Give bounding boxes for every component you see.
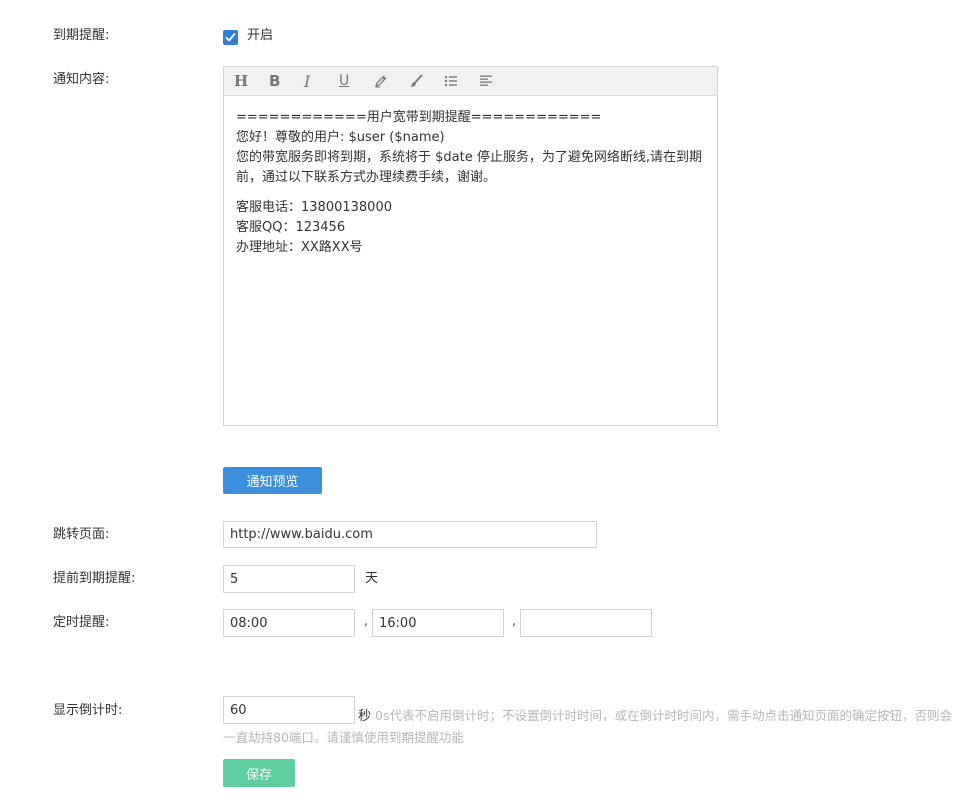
notice-line-qq: 客服QQ：123456 bbox=[236, 220, 346, 235]
check-icon bbox=[225, 32, 236, 42]
notice-line-greeting: 您好！尊敬的用户: $user ($name) bbox=[236, 130, 445, 145]
heading-icon: H bbox=[234, 72, 249, 90]
expiry-reminder-checkbox[interactable] bbox=[223, 30, 238, 45]
notice-preview-button[interactable]: 通知预览 bbox=[223, 467, 322, 494]
countdown-label: 显示倒计时: bbox=[53, 703, 123, 718]
advance-reminder-label: 提前到期提醒: bbox=[53, 571, 136, 586]
underline-icon: U bbox=[339, 73, 350, 89]
brush-button[interactable] bbox=[409, 67, 444, 95]
notice-line-phone: 客服电话：13800138000 bbox=[236, 200, 392, 215]
advance-days-input[interactable] bbox=[223, 565, 355, 593]
italic-button[interactable]: I bbox=[304, 67, 339, 95]
countdown-unit: 秒 bbox=[358, 709, 372, 724]
editor-toolbar: H B I U bbox=[224, 67, 717, 96]
notice-line-address: 办理地址：XX路XX号 bbox=[236, 240, 363, 255]
align-left-icon bbox=[480, 75, 492, 86]
notice-line-body: 您的带宽服务即将到期，系统将于 $date 停止服务，为了避免网络断线,请在到期… bbox=[236, 150, 702, 185]
bold-button[interactable]: B bbox=[269, 67, 304, 95]
advance-days-unit: 天 bbox=[365, 571, 379, 586]
notice-content-label: 通知内容: bbox=[53, 72, 110, 87]
brush-icon bbox=[410, 74, 423, 87]
highlighter-button[interactable] bbox=[374, 67, 409, 95]
timed-separator-1: , bbox=[364, 614, 369, 629]
bold-icon: B bbox=[269, 72, 281, 90]
timed-separator-2: , bbox=[512, 614, 517, 629]
underline-button[interactable]: U bbox=[339, 67, 374, 95]
countdown-hint: 秒 0s代表不启用倒计时；不设置倒计时时间，或在倒计时时间内，需手动点击通知页面… bbox=[223, 705, 963, 748]
italic-icon: I bbox=[304, 71, 311, 91]
redirect-page-input[interactable] bbox=[223, 521, 597, 548]
redirect-page-label: 跳转页面: bbox=[53, 527, 110, 542]
timed-reminder-input-1[interactable] bbox=[223, 609, 355, 637]
timed-reminder-input-3[interactable] bbox=[520, 609, 652, 637]
notice-line-title: ============用户宽带到期提醒============ bbox=[236, 110, 602, 125]
align-left-button[interactable] bbox=[479, 67, 514, 95]
notice-editor[interactable]: H B I U ============用户宽带到期提醒============… bbox=[223, 66, 718, 426]
heading-button[interactable]: H bbox=[234, 67, 269, 95]
list-icon bbox=[444, 75, 457, 87]
editor-content[interactable]: ============用户宽带到期提醒============ 您好！尊敬的用… bbox=[224, 96, 717, 258]
expiry-reminder-label: 到期提醒: bbox=[53, 28, 110, 43]
countdown-hint-text: 0s代表不启用倒计时；不设置倒计时时间，或在倒计时时间内，需手动点击通知页面的确… bbox=[223, 708, 952, 745]
timed-reminder-input-2[interactable] bbox=[372, 609, 504, 637]
unordered-list-button[interactable] bbox=[444, 67, 479, 95]
expiry-reminder-checkbox-text[interactable]: 开启 bbox=[247, 28, 273, 44]
save-button[interactable]: 保存 bbox=[223, 759, 295, 787]
pen-icon bbox=[375, 75, 387, 88]
timed-reminder-label: 定时提醒: bbox=[53, 615, 110, 630]
